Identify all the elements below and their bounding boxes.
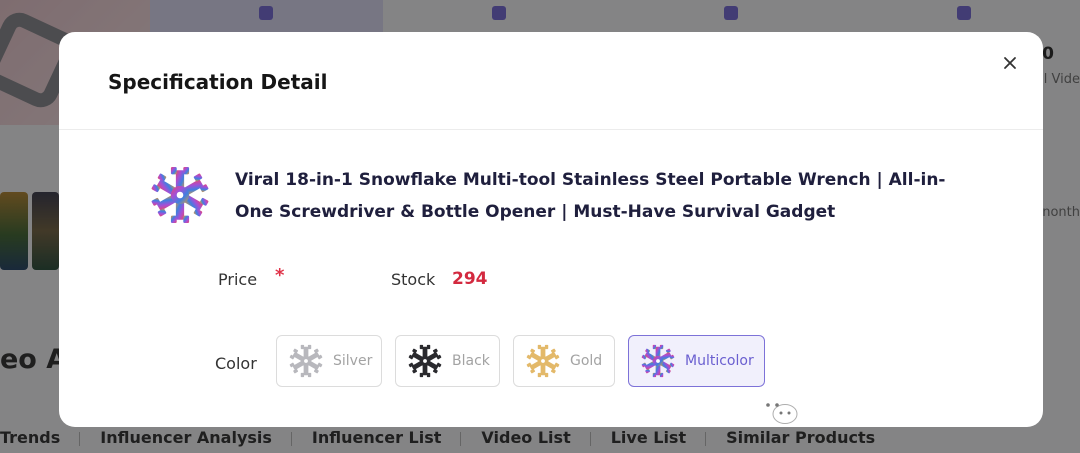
color-label: Color xyxy=(215,354,257,373)
color-option-label: Black xyxy=(452,353,490,369)
watermark: 公众号 · EchoTik xyxy=(757,392,997,427)
product-summary: Viral 18-in-1 Snowflake Multi-tool Stain… xyxy=(147,162,967,228)
modal-header: Specification Detail xyxy=(59,32,1043,130)
stock-value: 294 xyxy=(452,269,488,289)
modal-title: Specification Detail xyxy=(108,70,328,94)
color-options: Silver Black Gold Multicolor xyxy=(276,335,765,387)
black-swatch-icon xyxy=(408,344,442,378)
product-title: Viral 18-in-1 Snowflake Multi-tool Stain… xyxy=(235,170,946,222)
multicolor-swatch-icon xyxy=(641,344,675,378)
stock-label: Stock xyxy=(391,270,436,289)
color-option-label: Multicolor xyxy=(685,353,754,369)
wechat-icon xyxy=(759,395,798,424)
color-option-label: Silver xyxy=(333,353,373,369)
color-option-black[interactable]: Black xyxy=(395,335,500,387)
color-option-multicolor[interactable]: Multicolor xyxy=(628,335,765,387)
watermark-text: 公众号 · EchoTik xyxy=(809,398,997,426)
color-option-label: Gold xyxy=(570,353,603,369)
silver-swatch-icon xyxy=(289,344,323,378)
color-option-silver[interactable]: Silver xyxy=(276,335,382,387)
product-image xyxy=(151,166,209,224)
specification-modal: Specification Detail Viral 18-in-1 Snowf… xyxy=(59,32,1043,427)
gold-swatch-icon xyxy=(526,344,560,378)
price-required-mark: * xyxy=(275,265,285,286)
price-label: Price xyxy=(218,270,258,289)
color-option-gold[interactable]: Gold xyxy=(513,335,615,387)
close-button[interactable] xyxy=(999,52,1021,74)
close-icon xyxy=(1004,57,1016,69)
